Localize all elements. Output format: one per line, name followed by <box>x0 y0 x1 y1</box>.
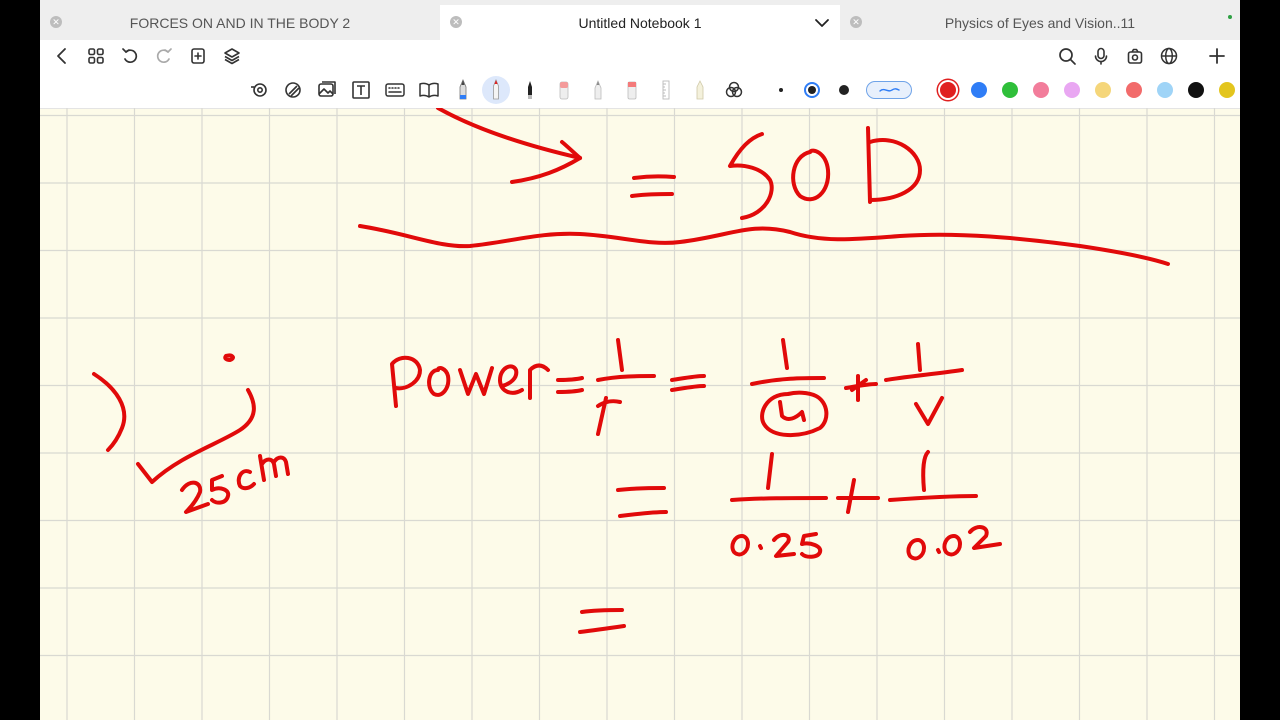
color-swatch[interactable] <box>940 82 956 98</box>
tab-bar: ✕ FORCES ON AND IN THE BODY 2 ✕ Untitled… <box>40 0 1240 40</box>
redo-icon[interactable] <box>154 46 174 66</box>
stroke-size-bold[interactable] <box>836 82 852 98</box>
undo-icon[interactable] <box>120 46 140 66</box>
color-swatch[interactable] <box>1219 82 1235 98</box>
layers-icon[interactable] <box>222 46 242 66</box>
notebook-app: ✕ FORCES ON AND IN THE BODY 2 ✕ Untitled… <box>40 0 1240 720</box>
tab-forces-on-and-in-the-body[interactable]: ✕ FORCES ON AND IN THE BODY 2 <box>40 5 440 40</box>
shape-icon[interactable] <box>282 79 304 101</box>
ink-distance-sketch <box>92 353 290 514</box>
ink-substitution <box>616 450 1002 561</box>
microphone-icon[interactable] <box>1091 46 1111 66</box>
status-dot <box>1228 15 1232 19</box>
ruler-icon[interactable] <box>655 79 677 101</box>
notebook-canvas[interactable] <box>40 108 1240 720</box>
ink-formula <box>390 338 964 438</box>
image-icon[interactable] <box>316 79 338 101</box>
text-icon[interactable] <box>350 79 372 101</box>
brush-pen-icon[interactable] <box>519 79 541 101</box>
eraser-icon[interactable] <box>553 79 575 101</box>
ink-next-step <box>578 608 626 634</box>
share-icon[interactable] <box>1125 46 1145 66</box>
color-swatch[interactable] <box>1064 82 1080 98</box>
tab-physics-of-eyes-and-vision[interactable]: ✕ Physics of Eyes and Vision..11 <box>840 5 1240 40</box>
tab-untitled-notebook[interactable]: ✕ Untitled Notebook 1 <box>440 5 840 40</box>
stroke-size-fine[interactable] <box>773 82 789 98</box>
pencil-icon[interactable] <box>587 79 609 101</box>
color-swatch[interactable] <box>1033 82 1049 98</box>
chevron-down-icon[interactable] <box>814 15 830 31</box>
color-swatch[interactable] <box>1002 82 1018 98</box>
ink-underline <box>358 224 1170 266</box>
marker-icon[interactable] <box>689 79 711 101</box>
ink-arrow <box>436 108 582 184</box>
globe-icon[interactable] <box>1159 46 1179 66</box>
tab-label: Physics of Eyes and Vision..11 <box>944 15 1136 31</box>
tab-label: Untitled Notebook 1 <box>578 15 702 31</box>
color-swatch[interactable] <box>1126 82 1142 98</box>
add-page-icon[interactable] <box>188 46 208 66</box>
lasso-icon[interactable] <box>248 79 270 101</box>
color-swatch[interactable] <box>1095 82 1111 98</box>
handwriting-layer <box>92 108 1170 634</box>
ink-result <box>630 126 922 220</box>
back-icon[interactable] <box>52 46 72 66</box>
search-icon[interactable] <box>1057 46 1077 66</box>
shapes-icon[interactable] <box>723 79 745 101</box>
navigation-toolbar <box>40 40 1240 72</box>
color-swatch[interactable] <box>1157 82 1173 98</box>
tab-label: FORCES ON AND IN THE BODY 2 <box>129 15 351 31</box>
color-swatch[interactable] <box>971 82 987 98</box>
keyboard-icon[interactable] <box>384 79 406 101</box>
color-swatch[interactable] <box>1188 82 1204 98</box>
fountain-pen-icon[interactable] <box>452 78 474 101</box>
drawing-toolbar <box>40 72 1240 109</box>
book-icon[interactable] <box>418 79 440 101</box>
highlighter-icon[interactable] <box>621 79 643 101</box>
grid-icon[interactable] <box>86 46 106 66</box>
stroke-style-button[interactable] <box>866 81 912 99</box>
stroke-size-medium[interactable] <box>804 82 820 98</box>
ballpoint-pen-icon[interactable] <box>485 78 507 101</box>
plus-icon[interactable] <box>1207 46 1227 66</box>
